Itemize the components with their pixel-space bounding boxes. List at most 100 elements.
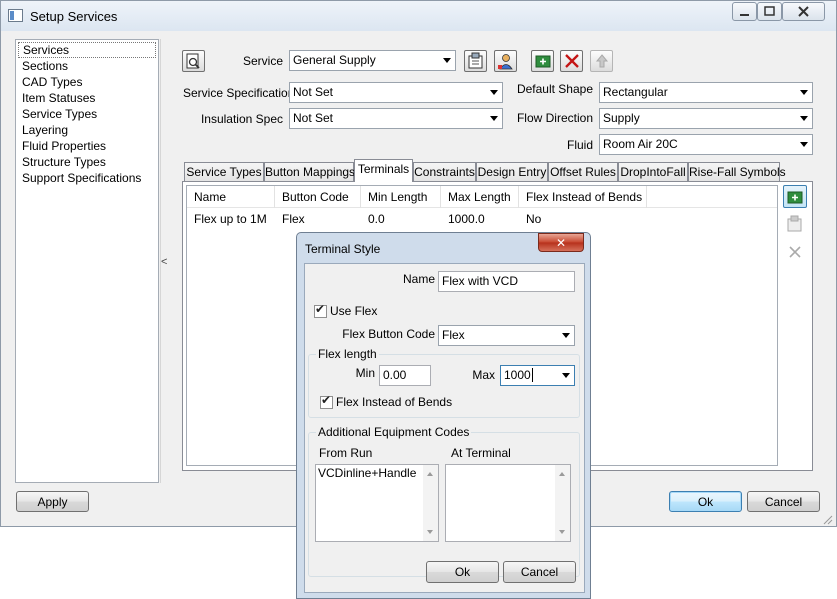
column-header-max-length[interactable]: Max Length: [441, 186, 519, 208]
service-spec-combo[interactable]: Not Set: [289, 82, 503, 103]
edit-service-button[interactable]: [464, 50, 487, 72]
max-label: Max: [472, 368, 495, 382]
scroll-down-icon[interactable]: [427, 530, 433, 534]
from-run-scrollbar[interactable]: [423, 465, 438, 541]
delete-x-icon: [564, 54, 579, 68]
chevron-down-icon: [443, 58, 451, 63]
add-new-icon: [535, 55, 550, 68]
list-item-support-specifications[interactable]: Support Specifications: [16, 170, 158, 186]
list-item-item-statuses[interactable]: Item Statuses: [16, 90, 158, 106]
tab-rise-fall-symbols[interactable]: Rise-Fall Symbols: [688, 162, 786, 181]
flow-direction-value: Supply: [603, 111, 640, 125]
maximize-icon: [764, 6, 775, 16]
insulation-spec-combo[interactable]: Not Set: [289, 108, 503, 129]
dialog-cancel-button[interactable]: Cancel: [503, 561, 576, 583]
tab-terminals[interactable]: Terminals: [354, 159, 413, 182]
use-flex-checkbox[interactable]: ✔: [314, 302, 327, 318]
list-item-structure-types[interactable]: Structure Types: [16, 154, 158, 170]
edit-properties-icon: [468, 52, 482, 69]
delete-x-icon: [789, 245, 801, 258]
flow-direction-combo[interactable]: Supply: [599, 108, 813, 129]
minimize-icon: [740, 14, 749, 16]
close-button[interactable]: [782, 2, 825, 21]
add-terminal-button[interactable]: [783, 185, 807, 208]
flex-button-code-combo[interactable]: Flex: [438, 325, 575, 346]
delete-service-button[interactable]: [560, 50, 583, 72]
maximize-button[interactable]: [757, 2, 782, 21]
list-item[interactable]: VCDinline+Handle: [316, 465, 438, 481]
flow-direction-label: Flow Direction: [516, 111, 593, 125]
tab-design-entry[interactable]: Design Entry: [476, 162, 548, 181]
service-combo[interactable]: General Supply: [289, 50, 456, 71]
flex-button-code-value: Flex: [442, 328, 465, 342]
tab-drop-into-fall[interactable]: DropIntoFall: [618, 162, 688, 181]
delete-terminal-button[interactable]: [783, 240, 807, 263]
terminal-style-dialog: Terminal Style ✕ Name Flex with VCD ✔ Us…: [296, 232, 591, 599]
edit-terminal-button[interactable]: [783, 212, 807, 235]
from-run-list[interactable]: VCDinline+Handle: [315, 464, 439, 542]
flex-length-title: Flex length: [316, 347, 379, 361]
fluid-combo[interactable]: Room Air 20C: [599, 134, 813, 155]
tab-offset-rules[interactable]: Offset Rules: [548, 162, 618, 181]
name-input[interactable]: Flex with VCD: [438, 271, 575, 292]
move-up-button[interactable]: [590, 50, 613, 72]
dialog-title: Terminal Style: [305, 242, 381, 256]
close-icon: ✕: [555, 235, 567, 250]
column-header-name[interactable]: Name: [187, 186, 275, 208]
scroll-down-icon[interactable]: [559, 530, 565, 534]
chevron-down-icon: [562, 373, 570, 378]
flex-button-code-label: Flex Button Code: [342, 327, 435, 341]
tab-button-mappings[interactable]: Button Mappings: [264, 162, 355, 181]
apply-button[interactable]: Apply: [16, 491, 89, 512]
category-list[interactable]: Services Sections CAD Types Item Statuse…: [15, 39, 159, 483]
list-item-cad-types[interactable]: CAD Types: [16, 74, 158, 90]
min-length-input[interactable]: 0.00: [379, 365, 431, 386]
chevron-down-icon: [490, 90, 498, 95]
from-run-label: From Run: [319, 446, 373, 460]
column-header-button-code[interactable]: Button Code: [275, 186, 361, 208]
resize-grip-icon[interactable]: [821, 513, 833, 525]
fluid-value: Room Air 20C: [603, 137, 678, 151]
scroll-up-icon[interactable]: [427, 472, 433, 476]
chevron-down-icon: [800, 142, 808, 147]
flex-instead-of-bends-checkbox[interactable]: ✔: [320, 393, 333, 409]
minimize-button[interactable]: [732, 2, 757, 21]
list-item-services[interactable]: Services: [18, 42, 156, 58]
cell-min-length: 0.0: [368, 212, 385, 226]
list-item-service-types[interactable]: Service Types: [16, 106, 158, 122]
name-label: Name: [402, 272, 435, 286]
max-length-combo[interactable]: 1000: [500, 365, 575, 386]
at-terminal-scrollbar[interactable]: [555, 465, 570, 541]
at-terminal-list[interactable]: [445, 464, 571, 542]
insulation-spec-label: Insulation Spec: [200, 112, 283, 126]
service-user-button[interactable]: [494, 50, 517, 72]
dialog-ok-button[interactable]: Ok: [426, 561, 499, 583]
list-item-fluid-properties[interactable]: Fluid Properties: [16, 138, 158, 154]
close-icon: [798, 6, 809, 17]
scroll-up-icon[interactable]: [559, 472, 565, 476]
default-shape-label: Default Shape: [516, 82, 593, 96]
max-length-value: 1000: [504, 368, 531, 382]
cancel-button[interactable]: Cancel: [747, 491, 820, 512]
cell-max-length: 1000.0: [448, 212, 485, 226]
tab-service-types[interactable]: Service Types: [184, 162, 264, 181]
tab-constraints[interactable]: Constraints: [413, 162, 476, 181]
grid-header: Name Button Code Min Length Max Length F…: [187, 186, 777, 208]
title-bar[interactable]: Setup Services: [1, 1, 836, 31]
list-item-sections[interactable]: Sections: [16, 58, 158, 74]
chevron-down-icon: [800, 90, 808, 95]
collapse-arrow-icon[interactable]: <: [161, 256, 167, 268]
app-icon: [8, 9, 23, 22]
fluid-label: Fluid: [566, 138, 593, 152]
add-service-button[interactable]: [531, 50, 554, 72]
default-shape-combo[interactable]: Rectangular: [599, 82, 813, 103]
list-item-layering[interactable]: Layering: [16, 122, 158, 138]
chevron-down-icon: [562, 333, 570, 338]
dialog-close-button[interactable]: ✕: [538, 233, 584, 252]
column-header-min-length[interactable]: Min Length: [361, 186, 441, 208]
edit-properties-icon: [787, 215, 802, 231]
min-label: Min: [355, 366, 375, 380]
ok-button[interactable]: Ok: [669, 491, 742, 512]
column-header-flex-instead-of-bends[interactable]: Flex Instead of Bends: [519, 186, 647, 208]
service-combo-value: General Supply: [293, 53, 376, 67]
